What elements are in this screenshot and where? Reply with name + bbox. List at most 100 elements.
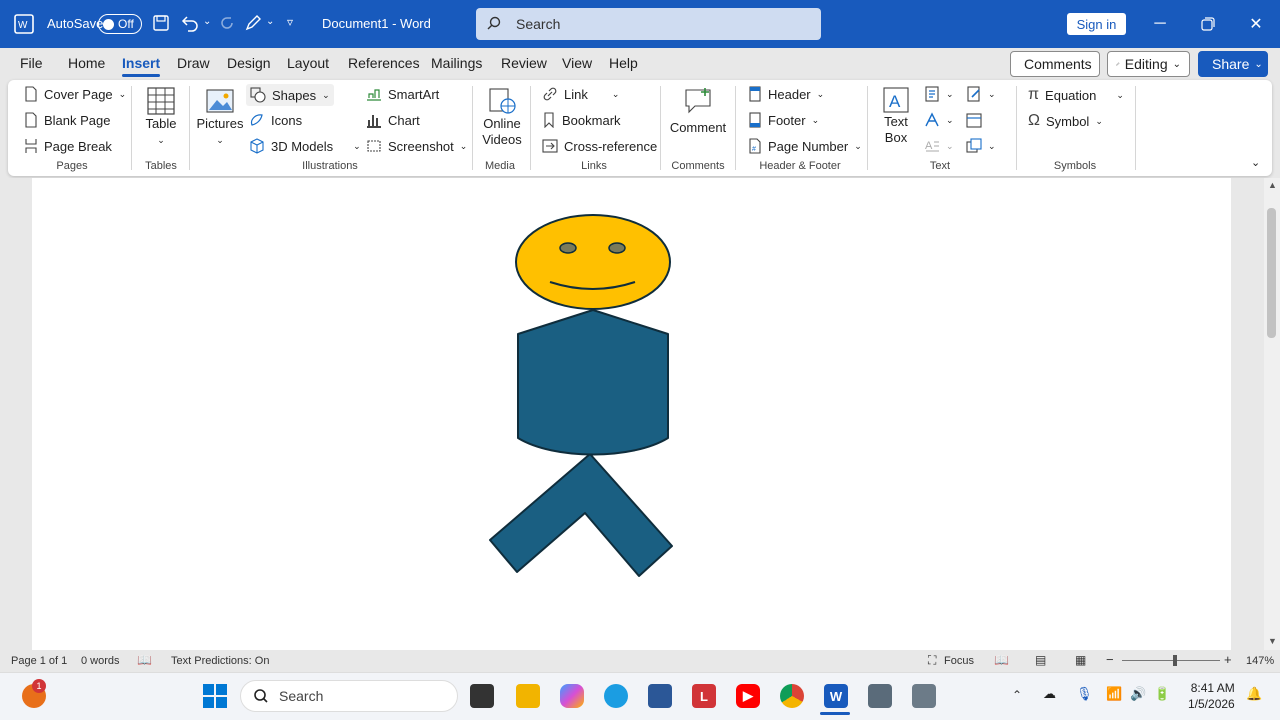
smartart-button[interactable]: SmartArt <box>366 86 439 102</box>
collapse-ribbon-icon[interactable]: ⌄ <box>1251 156 1260 169</box>
app-icon[interactable] <box>912 684 936 708</box>
wifi-icon[interactable]: 📶 <box>1106 686 1122 702</box>
store-icon[interactable] <box>648 684 672 708</box>
tab-design[interactable]: Design <box>227 55 271 71</box>
page-number-button[interactable]: # Page Number ⌄ <box>748 138 862 154</box>
tab-references[interactable]: References <box>348 55 420 71</box>
task-view-icon[interactable] <box>470 684 494 708</box>
tab-file[interactable]: File <box>20 55 43 71</box>
editing-mode-button[interactable]: Editing ⌄ <box>1107 51 1190 77</box>
volume-icon[interactable]: 🔊 <box>1130 686 1146 702</box>
print-layout-icon[interactable]: ▤ <box>1035 653 1046 667</box>
search-box[interactable]: Search <box>476 8 821 40</box>
focus-mode-label[interactable]: Focus <box>944 655 974 667</box>
share-button[interactable]: Share ⌄ <box>1198 51 1268 77</box>
tab-help[interactable]: Help <box>609 55 638 71</box>
zoom-level[interactable]: 147% <box>1246 655 1274 667</box>
cover-page-button[interactable]: Cover Page ⌄ <box>24 86 126 102</box>
save-icon[interactable] <box>152 14 170 32</box>
edge-browser-icon[interactable] <box>604 684 628 708</box>
word-count[interactable]: 0 words <box>81 655 120 667</box>
document-page[interactable] <box>32 178 1231 650</box>
file-explorer-icon[interactable] <box>516 684 540 708</box>
tab-view[interactable]: View <box>562 55 592 71</box>
figure-head[interactable] <box>515 214 671 310</box>
new-comment-button[interactable]: Comment <box>668 86 728 136</box>
icons-button[interactable]: Icons <box>249 112 302 128</box>
draw-pen-icon[interactable] <box>244 14 262 32</box>
pictures-button[interactable]: Pictures ⌄ <box>197 86 243 148</box>
text-box-icon: A <box>883 87 909 113</box>
drop-cap-button[interactable]: A ⌄ <box>924 138 954 154</box>
footer-button[interactable]: Footer ⌄ <box>748 112 819 128</box>
cross-reference-button[interactable]: Cross-reference <box>542 138 657 154</box>
read-mode-icon[interactable]: 📖 <box>994 653 1009 667</box>
object-button[interactable]: ⌄ <box>966 138 996 154</box>
tab-draw[interactable]: Draw <box>177 55 210 71</box>
3d-models-button[interactable]: 3D Models ⌄ <box>249 138 361 154</box>
sign-in-button[interactable]: Sign in <box>1067 13 1126 35</box>
tab-review[interactable]: Review <box>501 55 547 71</box>
scroll-down-icon[interactable]: ▼ <box>1268 636 1277 646</box>
screenshot-button[interactable]: Screenshot ⌄ <box>366 138 467 154</box>
blank-page-button[interactable]: Blank Page <box>24 112 111 128</box>
table-button[interactable]: Table ⌄ <box>140 86 182 148</box>
tab-layout[interactable]: Layout <box>287 55 329 71</box>
scrollbar-thumb[interactable] <box>1267 208 1276 338</box>
zoom-out-icon[interactable]: − <box>1106 652 1114 667</box>
shapes-button[interactable]: Shapes ⌄ <box>246 84 334 106</box>
notifications-icon[interactable]: 🔔 <box>1246 686 1262 702</box>
windows-start-icon[interactable] <box>203 684 227 708</box>
wordart-button[interactable]: ⌄ <box>924 112 954 128</box>
header-button[interactable]: Header ⌄ <box>748 86 824 102</box>
app-icon[interactable] <box>868 684 892 708</box>
symbol-button[interactable]: Ω Symbol ⌄ <box>1028 112 1103 130</box>
redo-icon[interactable] <box>218 14 236 32</box>
tab-insert[interactable]: Insert <box>122 55 161 77</box>
l-app-icon[interactable]: L <box>692 684 716 708</box>
show-hidden-icons[interactable]: ⌃ <box>1012 688 1022 702</box>
signature-line-button[interactable]: ⌄ <box>966 86 996 102</box>
taskbar-search[interactable]: Search <box>240 680 458 712</box>
comments-button[interactable]: Comments <box>1010 51 1100 77</box>
page-break-button[interactable]: Page Break <box>24 138 112 154</box>
tab-mailings[interactable]: Mailings <box>431 55 482 71</box>
undo-dropdown-icon[interactable]: ⌄ <box>203 16 211 27</box>
system-clock[interactable]: 8:41 AM 1/5/2026 <box>1188 680 1235 712</box>
figure-body[interactable] <box>517 309 669 456</box>
proofing-icon[interactable]: 📖 <box>137 653 152 667</box>
tab-home[interactable]: Home <box>68 55 105 71</box>
zoom-in-icon[interactable]: + <box>1224 652 1232 667</box>
equation-button[interactable]: π Equation ⌄ <box>1028 86 1124 104</box>
word-taskbar-icon[interactable]: W <box>824 684 848 708</box>
bookmark-button[interactable]: Bookmark <box>542 112 621 128</box>
text-box-button[interactable]: A Text Box <box>876 86 916 146</box>
scroll-up-icon[interactable]: ▲ <box>1268 180 1277 190</box>
web-layout-icon[interactable]: ▦ <box>1075 653 1086 667</box>
restore-icon[interactable] <box>1196 12 1220 36</box>
minimize-icon[interactable]: ─ <box>1148 12 1172 36</box>
onedrive-icon[interactable]: ☁ <box>1043 686 1056 702</box>
chart-button[interactable]: Chart <box>366 112 420 128</box>
customize-toolbar-icon[interactable]: ▿ <box>287 15 293 29</box>
figure-legs[interactable] <box>489 453 673 577</box>
zoom-slider[interactable] <box>1122 660 1220 661</box>
object-icon <box>966 138 982 153</box>
zoom-slider-thumb[interactable] <box>1173 655 1177 666</box>
focus-icon[interactable]: ⛶ <box>928 653 936 668</box>
youtube-icon[interactable]: ▶ <box>736 684 760 708</box>
microphone-icon[interactable]: 🎙 <box>1076 686 1093 702</box>
link-button[interactable]: Link ⌄ <box>542 86 619 102</box>
quick-parts-button[interactable]: ⌄ <box>924 86 954 102</box>
copilot-icon[interactable] <box>560 684 584 708</box>
pen-dropdown-icon[interactable]: ⌄ <box>266 16 274 27</box>
undo-icon[interactable] <box>180 14 200 32</box>
date-time-button[interactable] <box>966 112 982 128</box>
close-icon[interactable]: ✕ <box>1244 12 1268 36</box>
battery-icon[interactable]: 🔋 <box>1154 686 1170 702</box>
autosave-toggle[interactable]: Off <box>98 14 142 34</box>
chrome-icon[interactable] <box>780 684 804 708</box>
online-videos-button[interactable]: Online Videos <box>480 86 524 148</box>
page-count[interactable]: Page 1 of 1 <box>11 655 67 667</box>
text-predictions-status[interactable]: Text Predictions: On <box>171 655 269 667</box>
